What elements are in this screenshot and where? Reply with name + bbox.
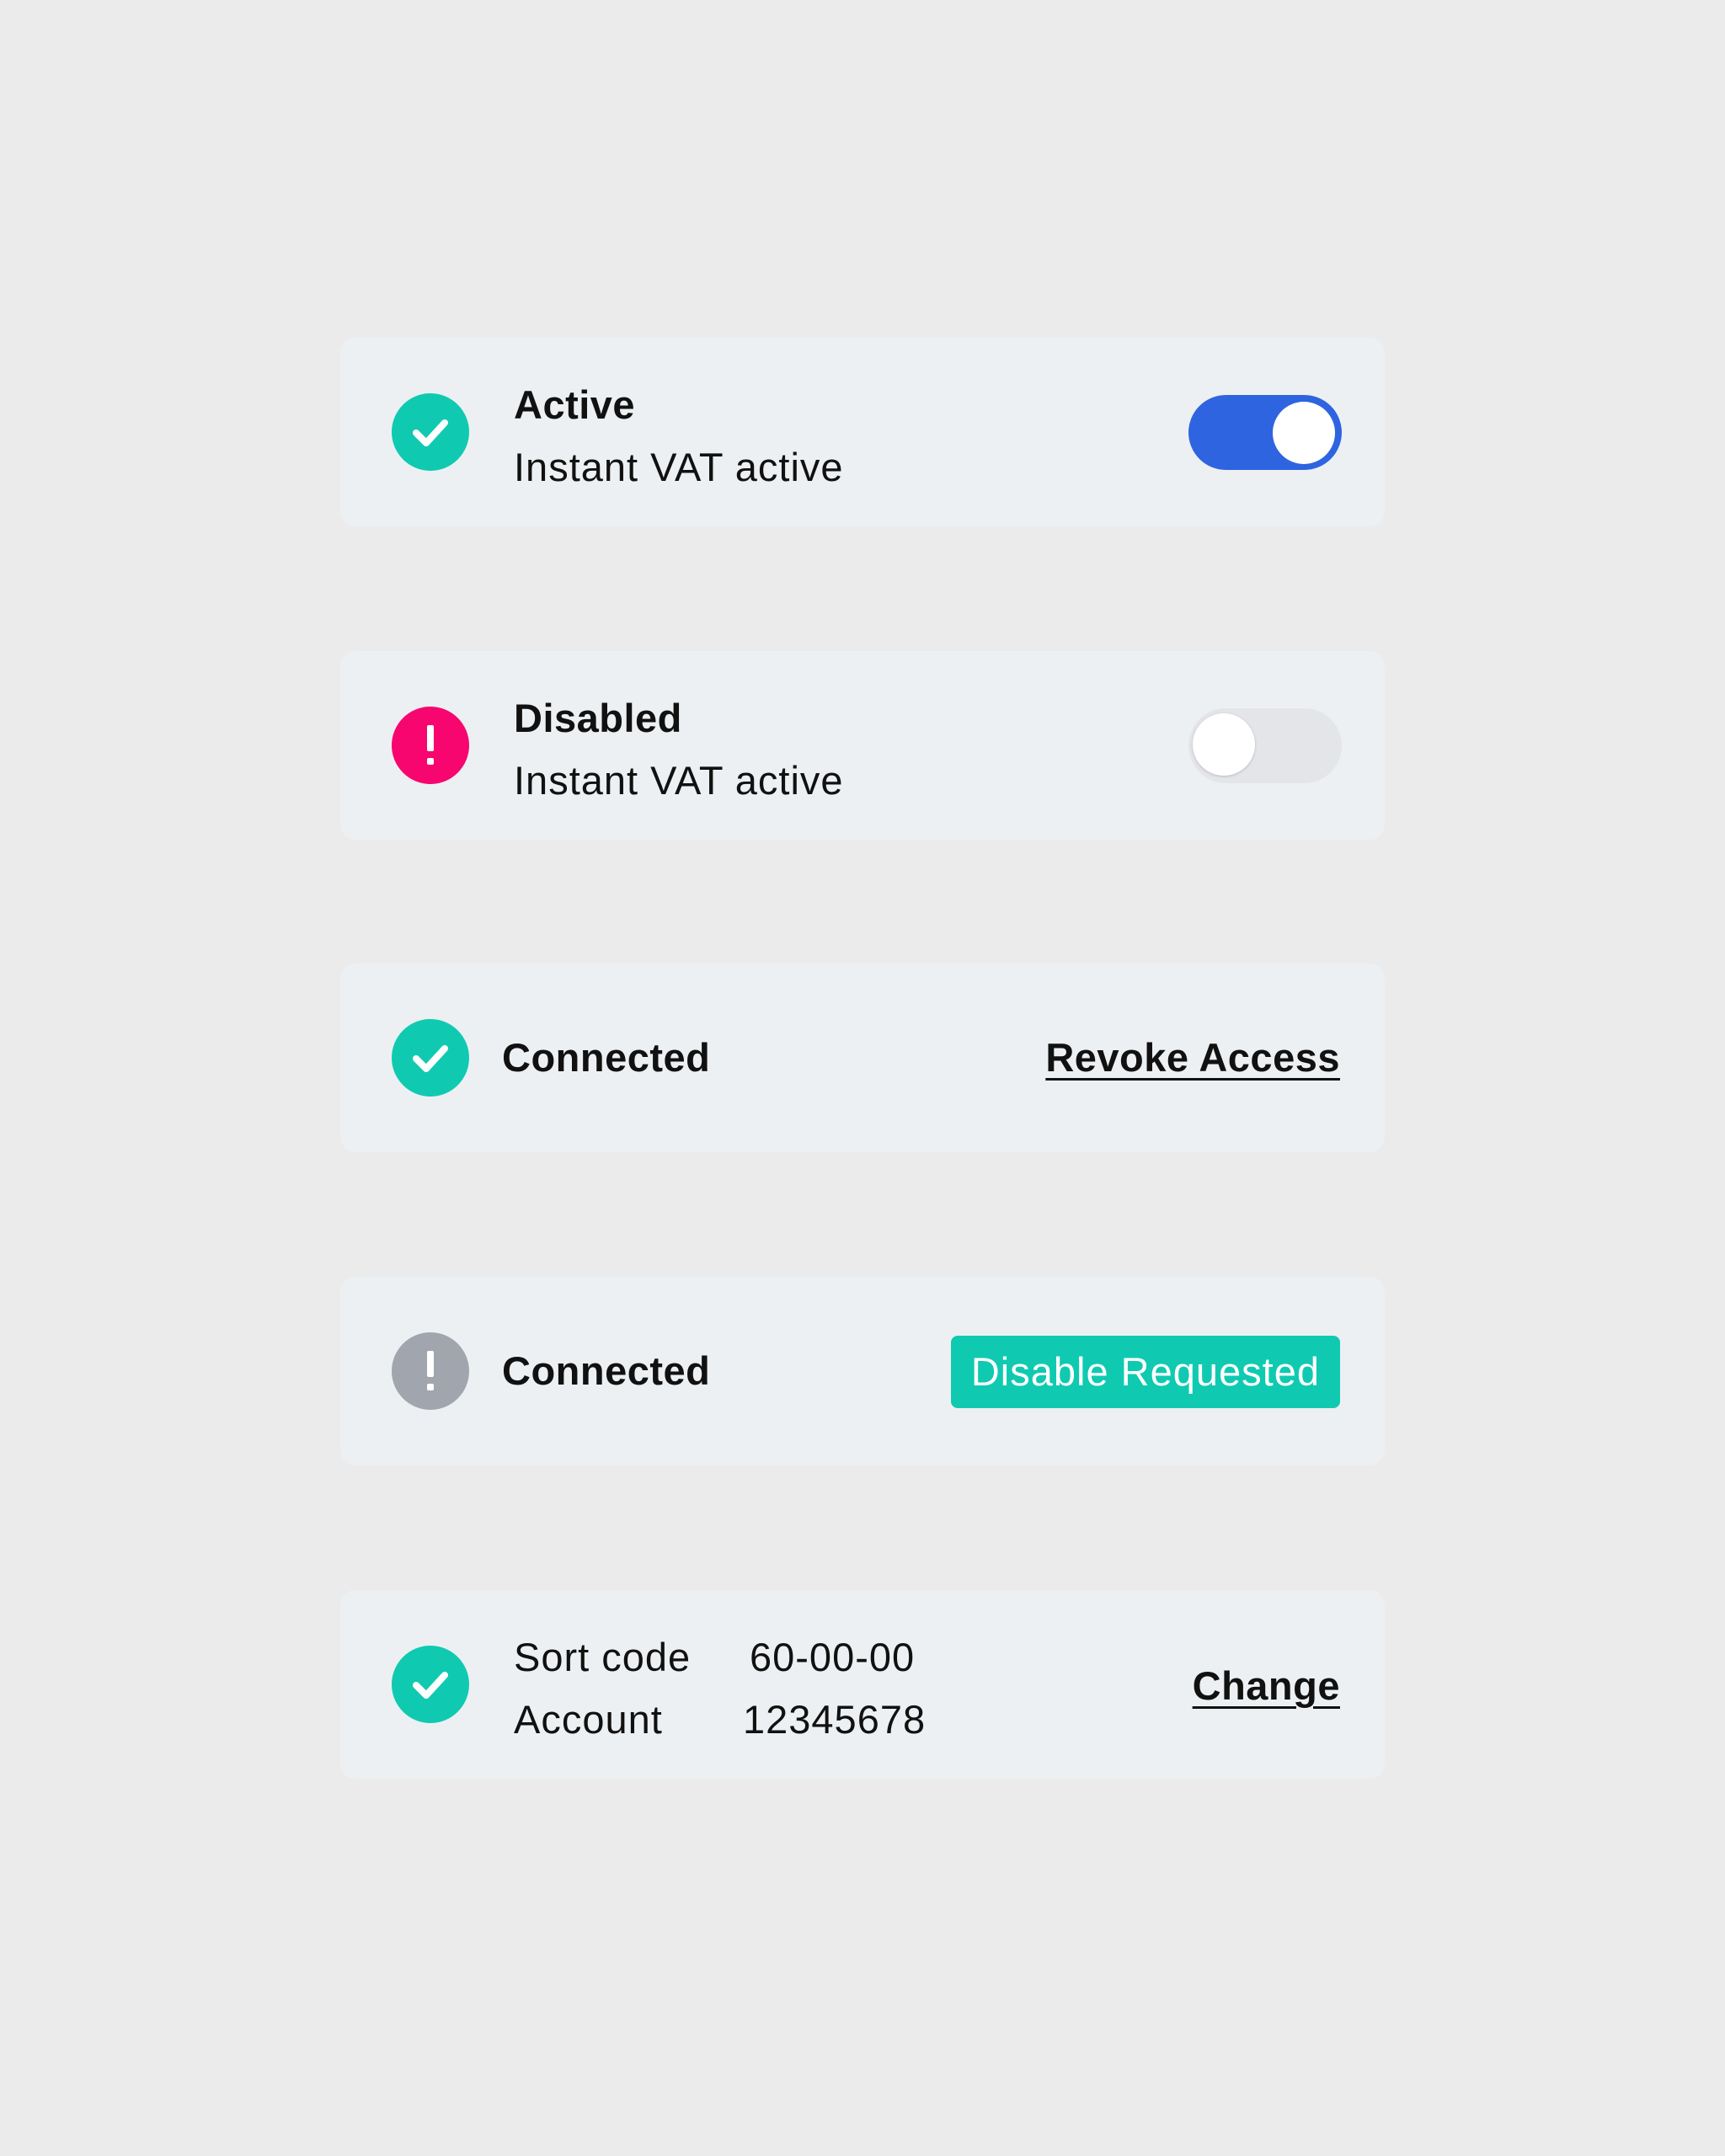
card-title: Active: [514, 382, 636, 427]
sort-code-label: Sort code: [514, 1635, 692, 1679]
instant-vat-toggle[interactable]: [1188, 708, 1342, 783]
status-card-active: Active Instant VAT active: [340, 338, 1385, 526]
detail-row-sort-code: Sort code 60-00-00: [514, 1634, 985, 1681]
card-title: Connected: [502, 1348, 711, 1393]
bank-details: Sort code 60-00-00 Account 12345678: [514, 1634, 985, 1758]
revoke-access-link[interactable]: Revoke Access: [1045, 1034, 1340, 1081]
change-link[interactable]: Change: [1193, 1662, 1340, 1710]
toggle-knob: [1273, 402, 1335, 464]
check-icon: [392, 1646, 469, 1723]
card-subtitle: Instant VAT active: [514, 758, 844, 803]
status-card-connected: Connected Revoke Access: [340, 963, 1385, 1152]
detail-row-account: Account 12345678: [514, 1696, 985, 1743]
account-label: Account: [514, 1697, 663, 1742]
card-title: Connected: [502, 1035, 711, 1080]
exclamation-icon: [392, 1332, 469, 1410]
card-title: Disabled: [514, 696, 682, 740]
instant-vat-toggle[interactable]: [1188, 395, 1342, 470]
status-card-disable-requested: Connected Disable Requested: [340, 1277, 1385, 1465]
disable-requested-badge: Disable Requested: [950, 1336, 1340, 1408]
check-icon: [392, 393, 469, 471]
toggle-knob: [1193, 713, 1255, 776]
check-icon: [392, 1019, 469, 1097]
status-card-disabled: Disabled Instant VAT active: [340, 651, 1385, 840]
bank-details-card: Sort code 60-00-00 Account 12345678 Chan…: [340, 1590, 1385, 1779]
card-subtitle: Instant VAT active: [514, 445, 844, 489]
account-value: 12345678: [743, 1697, 927, 1742]
exclamation-icon: [392, 707, 469, 784]
sort-code-value: 60-00-00: [750, 1635, 916, 1679]
